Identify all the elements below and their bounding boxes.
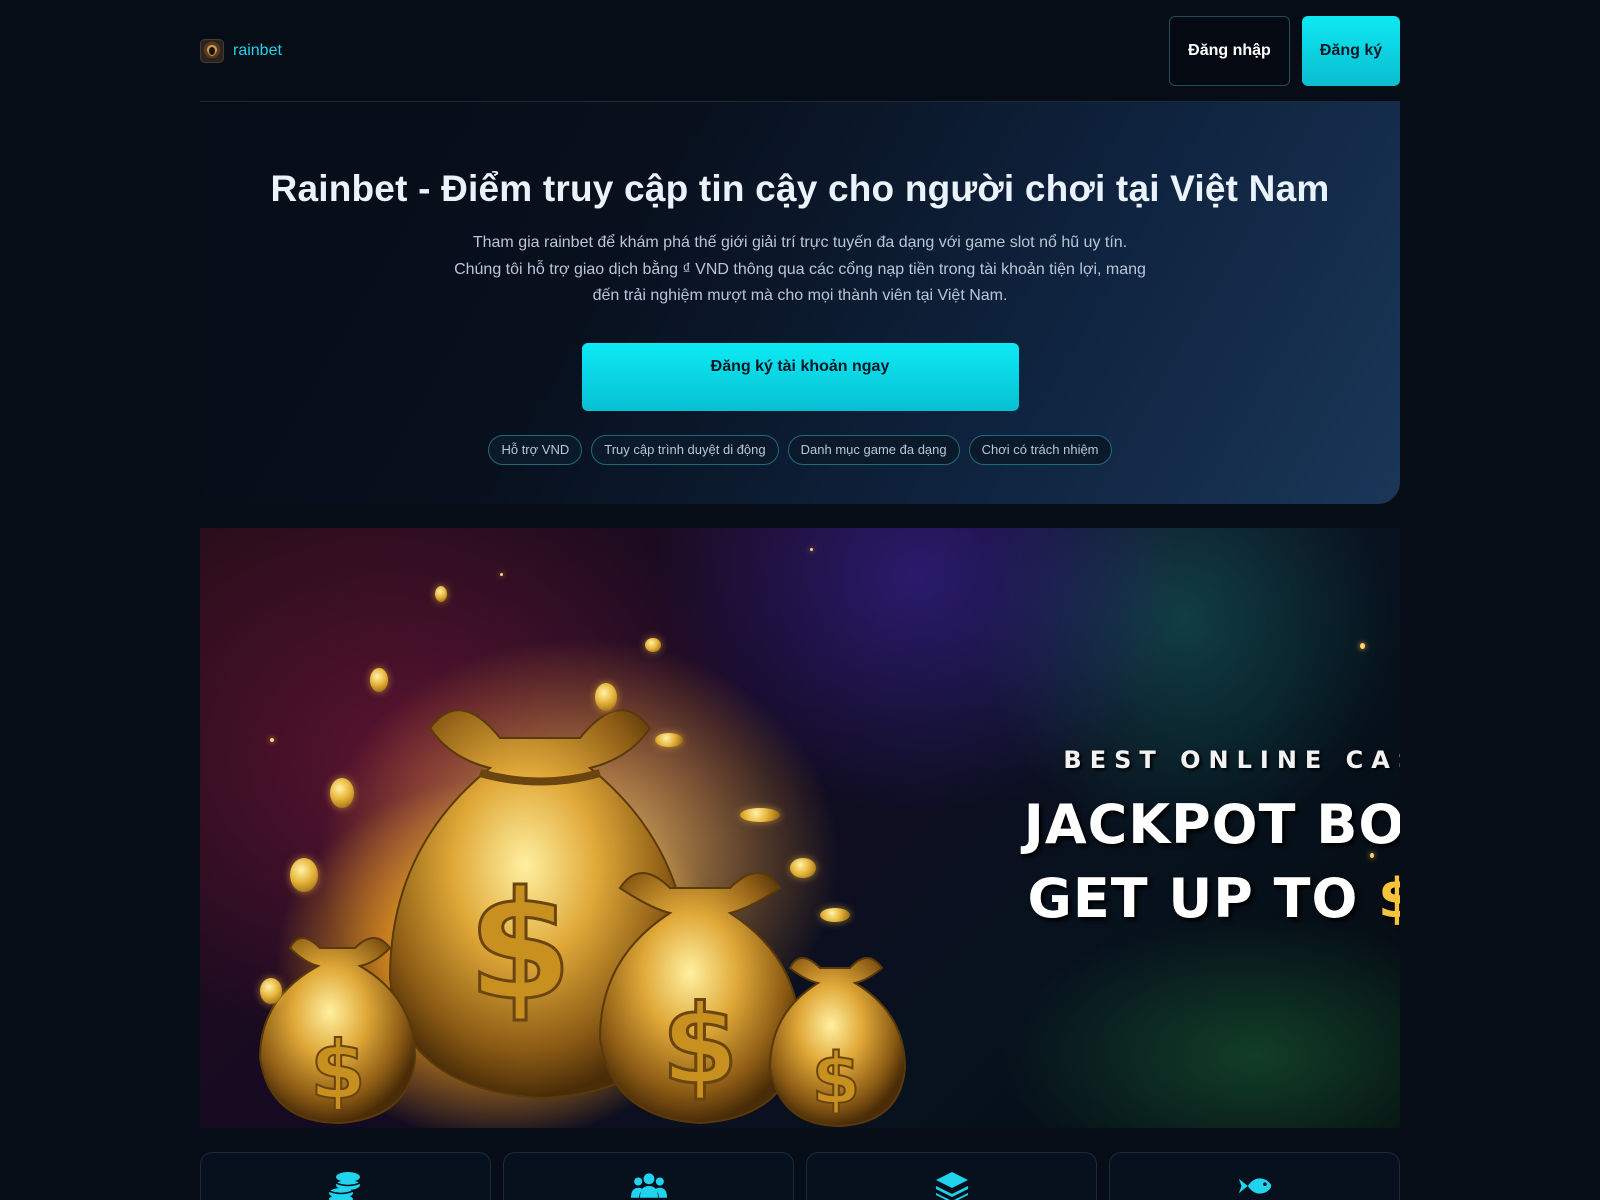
tag-game-catalog: Danh mục game đa dạng: [787, 434, 960, 465]
sparkle-decoration: [500, 573, 503, 576]
coin-decoration: [820, 908, 850, 922]
brand-name: rainbet: [233, 41, 282, 59]
banner-headline: BEST ONLINE CASINO JACKPOT BONUS GET UP …: [1020, 746, 1400, 936]
brand-logo: [200, 38, 224, 63]
sparkle-decoration: [810, 548, 813, 551]
site-header: rainbet Đăng nhập Đăng ký: [200, 0, 1400, 102]
users-icon: [630, 1173, 667, 1198]
sparkle-decoration: [270, 738, 274, 742]
tag-mobile-browser: Truy cập trình duyệt di động: [591, 434, 779, 465]
banner-amount: $300: [1378, 867, 1400, 930]
coin-decoration: [790, 858, 816, 878]
feature-cards: [200, 1152, 1400, 1200]
layers-icon: [935, 1172, 968, 1200]
banner-jackpot-text: JACKPOT BONUS: [1023, 793, 1400, 856]
register-button[interactable]: Đăng ký: [1302, 15, 1400, 86]
coin-decoration: [655, 733, 683, 747]
brand[interactable]: rainbet: [200, 38, 282, 63]
coin-decoration: [290, 858, 318, 892]
feature-card-layers[interactable]: [806, 1152, 1097, 1200]
feature-card-fish[interactable]: [1109, 1152, 1400, 1200]
hero-title: Rainbet - Điểm truy cập tin cậy cho ngườ…: [270, 168, 1330, 209]
coin-decoration: [370, 668, 388, 692]
coin-decoration: [260, 978, 282, 1004]
page: rainbet Đăng nhập Đăng ký Rainbet - Điểm…: [200, 0, 1400, 1200]
coin-decoration: [645, 638, 661, 652]
coins-icon: [328, 1172, 360, 1200]
fish-icon: [1238, 1178, 1271, 1194]
banner-offer-prefix: GET UP TO: [1027, 867, 1359, 930]
svg-text:$: $: [310, 1024, 366, 1117]
coin-decoration: [435, 586, 447, 602]
tag-vnd-support: Hỗ trợ VND: [488, 434, 583, 465]
auth-buttons: Đăng nhập Đăng ký: [1169, 15, 1400, 86]
hero-section: Rainbet - Điểm truy cập tin cậy cho ngườ…: [200, 102, 1400, 504]
svg-text:$: $: [468, 860, 572, 1034]
coin-decoration: [595, 683, 617, 711]
promo-banner[interactable]: $ $ $ $ BEST ONLINE CASINO JACKPOT: [200, 528, 1400, 1128]
feature-card-coins[interactable]: [200, 1152, 491, 1200]
banner-offer-line: GET UP TO $300: [1020, 862, 1400, 936]
coin-decoration: [330, 778, 354, 808]
coin-decoration: [740, 808, 780, 822]
tag-responsible-gaming: Chơi có trách nhiệm: [968, 434, 1112, 465]
hero-description: Tham gia rainbet để khám phá thế giới gi…: [454, 234, 1146, 304]
feature-card-users[interactable]: [503, 1152, 794, 1200]
money-bags-illustration: $ $ $ $: [258, 638, 907, 1128]
banner-subtitle: BEST ONLINE CASINO: [1063, 746, 1400, 774]
sparkle-decoration: [1360, 643, 1365, 649]
feature-tags: Hỗ trợ VND Truy cập trình duyệt di động …: [200, 434, 1400, 465]
login-button[interactable]: Đăng nhập: [1169, 15, 1290, 86]
svg-text:$: $: [812, 1038, 861, 1120]
signup-cta-button[interactable]: Đăng ký tài khoản ngay: [581, 342, 1019, 411]
svg-text:$: $: [662, 981, 739, 1109]
